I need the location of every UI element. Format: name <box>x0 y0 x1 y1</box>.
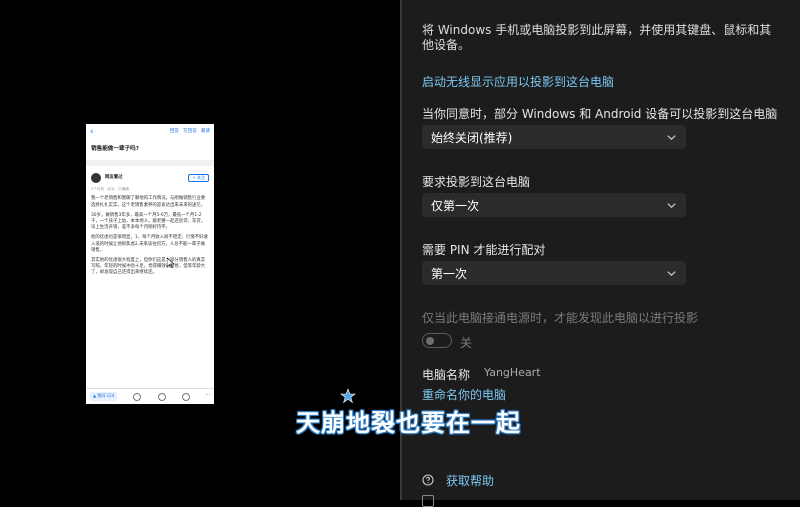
pin-label: 需要 PIN 才能进行配对 <box>422 243 546 257</box>
back-icon[interactable]: ‹ <box>90 127 94 136</box>
phone-bottom-bar: ▲ 赞同 124 ··· <box>86 388 214 404</box>
follow-button[interactable]: + 关注 <box>188 174 209 183</box>
pin-dropdown[interactable]: 第一次 <box>422 261 686 285</box>
ask-value: 仅第一次 <box>431 198 480 213</box>
ask-dropdown[interactable]: 仅第一次 <box>422 193 686 217</box>
avatar[interactable] <box>91 173 101 184</box>
toggle-state: 关 <box>460 336 473 350</box>
author-row: 网友看过 + 关注 <box>86 170 214 186</box>
favorite-icon[interactable] <box>157 392 166 401</box>
answer-paragraph: 我一个老销售和我聊了聊他的工作情况，与刚做销售行业要选择扎扎实实，这个老销售素养… <box>91 196 206 208</box>
ask-label: 要求投影到这台电脑 <box>422 175 531 189</box>
feedback-icon[interactable] <box>422 495 434 507</box>
pc-name-value: YangHeart <box>484 366 541 379</box>
rename-pc-link[interactable]: 重命名你的电脑 <box>422 386 506 403</box>
answer-paragraph: 30岁，做销售3年多，最高一个月5-6万，最低一个月1-2千，一个孩子上幼，本本… <box>91 212 206 231</box>
pin-value: 第一次 <box>431 266 468 281</box>
answer-paragraph: 他的忧虑也是很明显，1、每个月收入很不稳定，行情不好收入低的时候让他很焦虑2.未… <box>91 235 208 253</box>
video-subtitle: 天崩地裂也要在一起 <box>296 409 521 437</box>
toggle-knob <box>426 336 434 345</box>
permission-label: 当你同意时，部分 Windows 和 Android 设备可以投影到这台电脑 <box>422 107 778 121</box>
answer-paragraph: 其实他的忧虑很大程度上，但你们这是大部分销售人的真实写照，年轻的时候冲劲十足，觉… <box>91 258 206 276</box>
phone-action-write[interactable]: 写回答 <box>183 129 197 135</box>
permission-value: 始终关闭(推荐) <box>431 130 513 145</box>
pc-name-label: 电脑名称 <box>422 368 471 382</box>
more-button[interactable]: ··· <box>206 393 210 399</box>
chevron-down-icon <box>667 270 676 276</box>
phone-action-answer[interactable]: 回答 <box>170 129 179 135</box>
help-icon <box>422 474 434 486</box>
power-only-label: 仅当此电脑接通电源时，才能发现此电脑以进行投影 <box>422 311 699 325</box>
power-only-toggle[interactable] <box>422 333 452 348</box>
author-name[interactable]: 网友看过 <box>105 175 123 181</box>
permission-dropdown[interactable]: 始终关闭(推荐) <box>422 125 686 149</box>
get-help-link[interactable]: 获取帮助 <box>446 472 494 489</box>
question-title: 销售能做一辈子吗? <box>91 146 139 152</box>
like-icon[interactable] <box>181 392 190 401</box>
phone-actions: 回答 写回答 邀请 <box>170 129 210 135</box>
agree-button[interactable]: ▲ 赞同 124 <box>90 392 118 401</box>
comment-icon[interactable] <box>133 392 142 401</box>
phone-action-invite[interactable]: 邀请 <box>201 129 210 135</box>
phone-top-bar: ‹ 回答 写回答 邀请 <box>86 124 214 140</box>
star-icon <box>340 388 356 404</box>
divider <box>86 160 214 167</box>
projected-phone-screen: ‹ 回答 写回答 邀请 销售能做一辈子吗? 网友看过 + 关注 2个月前 · 北… <box>86 124 214 404</box>
chevron-down-icon <box>667 202 676 208</box>
chevron-down-icon <box>667 134 676 140</box>
projection-description: 将 Windows 手机或电脑投影到此屏幕，并使用其键盘、鼠标和其他设备。 <box>422 23 772 52</box>
answer-meta: 2个月前 · 北京 · 已编辑 <box>91 187 129 192</box>
mouse-cursor-icon <box>167 258 175 268</box>
launch-wireless-display-link[interactable]: 启动无线显示应用以投影到这台电脑 <box>422 73 614 90</box>
